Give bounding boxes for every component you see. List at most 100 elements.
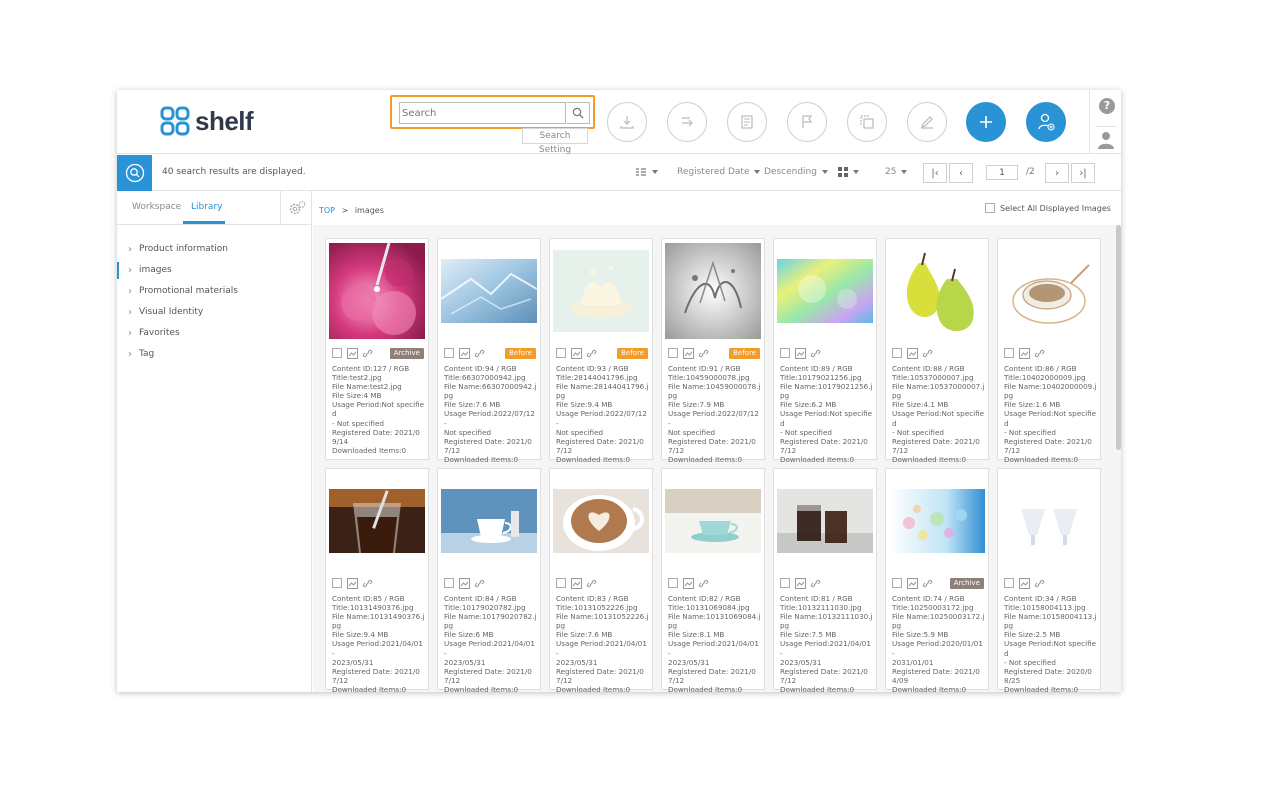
card-checkbox[interactable]: [780, 578, 790, 588]
first-page-button[interactable]: |‹: [923, 163, 947, 183]
image-thumbnail[interactable]: [665, 473, 761, 569]
card-checkbox[interactable]: [780, 348, 790, 358]
sort-field-dropdown[interactable]: Registered Date: [677, 167, 761, 177]
image-card[interactable]: Content ID:83 / RGB Title:10131052226.jpg…: [549, 468, 653, 692]
card-checkbox[interactable]: [556, 348, 566, 358]
card-checkbox[interactable]: [892, 578, 902, 588]
card-checkbox[interactable]: [668, 348, 678, 358]
link-icon[interactable]: [1034, 348, 1045, 359]
last-page-button[interactable]: ›|: [1071, 163, 1095, 183]
logo[interactable]: shelf: [160, 106, 254, 136]
image-icon[interactable]: [907, 348, 918, 359]
card-checkbox[interactable]: [556, 578, 566, 588]
image-icon[interactable]: [459, 578, 470, 589]
link-icon[interactable]: [922, 348, 933, 359]
tree-item-tag[interactable]: › Tag: [117, 344, 312, 365]
settings-button[interactable]: [280, 191, 312, 225]
tree-item-images[interactable]: › images: [117, 260, 312, 281]
tree-item-product-information[interactable]: › Product information: [117, 239, 312, 260]
link-icon[interactable]: [474, 348, 485, 359]
image-thumbnail[interactable]: [329, 243, 425, 339]
link-icon[interactable]: [362, 578, 373, 589]
image-thumbnail[interactable]: [329, 473, 425, 569]
link-icon[interactable]: [474, 578, 485, 589]
grid-view-dropdown[interactable]: [838, 167, 859, 178]
move-button[interactable]: [667, 102, 707, 142]
page-number-input[interactable]: [986, 165, 1018, 180]
image-thumbnail[interactable]: [441, 243, 537, 339]
add-button[interactable]: [966, 102, 1006, 142]
card-checkbox[interactable]: [444, 578, 454, 588]
download-button[interactable]: [607, 102, 647, 142]
image-icon[interactable]: [907, 578, 918, 589]
image-thumbnail[interactable]: [889, 243, 985, 339]
search-input[interactable]: [399, 102, 566, 124]
image-icon[interactable]: [459, 348, 470, 359]
link-icon[interactable]: [698, 578, 709, 589]
copy-button[interactable]: [847, 102, 887, 142]
image-thumbnail[interactable]: [665, 243, 761, 339]
select-all-checkbox[interactable]: [985, 203, 995, 213]
image-card[interactable]: Content ID:85 / RGB Title:10131490376.jpg…: [325, 468, 429, 692]
image-card[interactable]: Content ID:84 / RGB Title:10179020782.jpg…: [437, 468, 541, 692]
image-card[interactable]: Content ID:82 / RGB Title:10131069084.jpg…: [661, 468, 765, 692]
image-icon[interactable]: [683, 578, 694, 589]
image-icon[interactable]: [795, 578, 806, 589]
image-card[interactable]: Content ID:89 / RGB Title:10179021256.jpg…: [773, 238, 877, 464]
image-thumbnail[interactable]: [441, 473, 537, 569]
image-card[interactable]: Archive Content ID:127 / RGB Title:test2.j…: [325, 238, 429, 460]
tab-library[interactable]: Library: [191, 202, 222, 212]
image-icon[interactable]: [571, 348, 582, 359]
tree-item-favorites[interactable]: › Favorites: [117, 323, 312, 344]
tree-item-visual-identity[interactable]: › Visual Identity: [117, 302, 312, 323]
card-checkbox[interactable]: [332, 578, 342, 588]
link-icon[interactable]: [922, 578, 933, 589]
edit-button[interactable]: [907, 102, 947, 142]
image-thumbnail[interactable]: [1001, 243, 1097, 339]
tree-item-promotional-materials[interactable]: › Promotional materials: [117, 281, 312, 302]
help-icon[interactable]: ?: [1099, 98, 1115, 114]
view-options-dropdown[interactable]: [635, 167, 658, 178]
image-card[interactable]: Content ID:86 / RGB Title:10402000009.jpg…: [997, 238, 1101, 464]
image-icon[interactable]: [1019, 348, 1030, 359]
link-icon[interactable]: [362, 348, 373, 359]
link-icon[interactable]: [698, 348, 709, 359]
search-button[interactable]: [567, 102, 590, 124]
card-checkbox[interactable]: [444, 348, 454, 358]
image-icon[interactable]: [683, 348, 694, 359]
scrollbar[interactable]: [1116, 225, 1121, 450]
image-thumbnail[interactable]: [553, 243, 649, 339]
image-card[interactable]: Content ID:34 / RGB Title:10158004113.jpg…: [997, 468, 1101, 692]
user-button[interactable]: [1096, 126, 1116, 149]
search-toggle-button[interactable]: [117, 155, 152, 191]
next-page-button[interactable]: ›: [1045, 163, 1069, 183]
image-card[interactable]: Before Content ID:93 / RGB Title:281440417…: [549, 238, 653, 464]
link-icon[interactable]: [586, 578, 597, 589]
flag-button[interactable]: [787, 102, 827, 142]
image-icon[interactable]: [347, 348, 358, 359]
image-card[interactable]: Content ID:81 / RGB Title:10132111030.jpg…: [773, 468, 877, 692]
image-card[interactable]: Before Content ID:91 / RGB Title:104590000…: [661, 238, 765, 464]
link-icon[interactable]: [586, 348, 597, 359]
tab-workspace[interactable]: Workspace: [132, 202, 181, 212]
document-button[interactable]: [727, 102, 767, 142]
card-checkbox[interactable]: [892, 348, 902, 358]
card-checkbox[interactable]: [332, 348, 342, 358]
image-icon[interactable]: [347, 578, 358, 589]
link-icon[interactable]: [810, 578, 821, 589]
add-user-button[interactable]: [1026, 102, 1066, 142]
image-thumbnail[interactable]: [553, 473, 649, 569]
image-icon[interactable]: [1019, 578, 1030, 589]
image-icon[interactable]: [795, 348, 806, 359]
link-icon[interactable]: [1034, 578, 1045, 589]
image-thumbnail[interactable]: [889, 473, 985, 569]
link-icon[interactable]: [810, 348, 821, 359]
image-thumbnail[interactable]: [777, 473, 873, 569]
image-card[interactable]: Before Content ID:94 / RGB Title:663070009…: [437, 238, 541, 464]
search-setting-button[interactable]: Search Setting: [522, 128, 588, 155]
image-card[interactable]: Archive Content ID:74 / RGB Title:10250003…: [885, 468, 989, 692]
card-checkbox[interactable]: [1004, 348, 1014, 358]
select-all-control[interactable]: Select All Displayed Images: [985, 203, 1111, 213]
prev-page-button[interactable]: ‹: [949, 163, 973, 183]
breadcrumb-top-link[interactable]: TOP: [319, 206, 335, 215]
